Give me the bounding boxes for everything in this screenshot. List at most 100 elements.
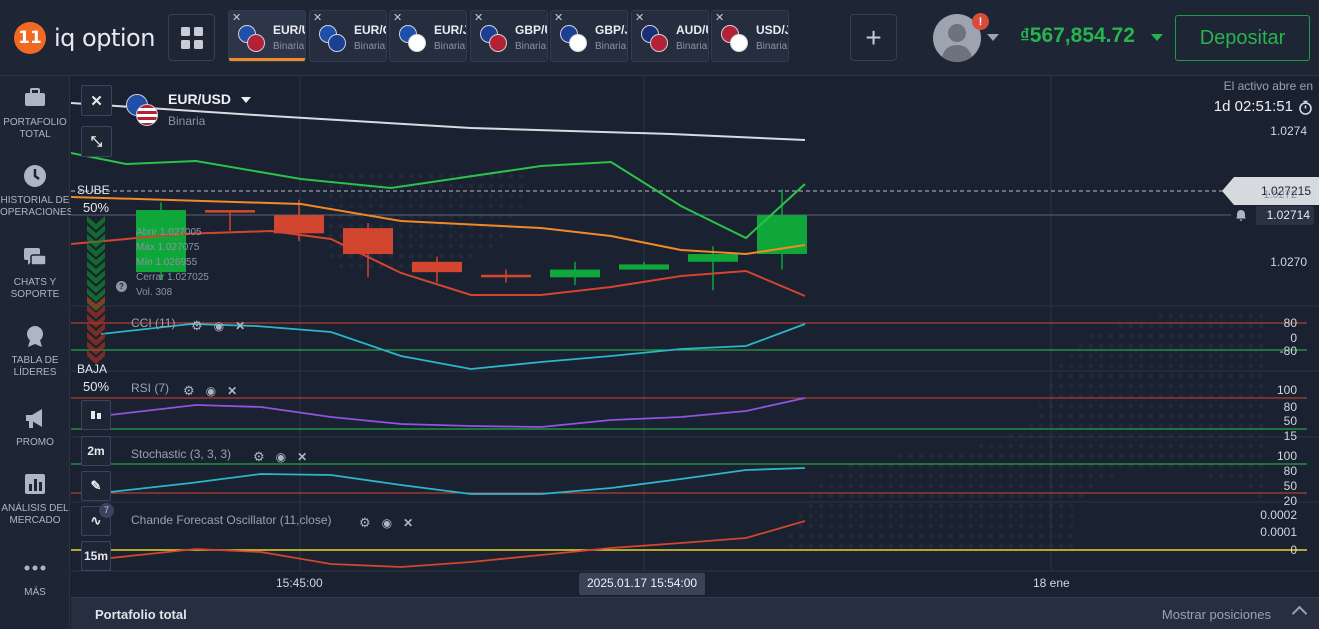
collapse-chart-button[interactable]: ⤡: [81, 126, 112, 157]
map-dot: [508, 183, 514, 189]
map-dot: [1148, 433, 1154, 439]
map-dot: [1018, 523, 1024, 529]
eye-icon[interactable]: ◉: [382, 516, 392, 530]
ohlc-low: Mín 1.026955: [136, 257, 198, 268]
chart-area[interactable]: EUR/USD Binaria El activo abre en 1d 02:…: [71, 76, 1319, 596]
close-icon[interactable]: ✕: [235, 319, 245, 333]
close-icon[interactable]: ✕: [227, 384, 237, 398]
map-dot: [1058, 443, 1064, 449]
show-positions-link[interactable]: Mostrar posiciones: [1162, 607, 1271, 622]
close-tab-icon[interactable]: ✕: [313, 11, 322, 24]
map-dot: [998, 523, 1004, 529]
map-dot: [858, 533, 864, 539]
tab-symbol: AUD/U: [676, 23, 708, 37]
eye-icon[interactable]: ◉: [206, 384, 216, 398]
ohlc-close: Cerrar 1.027025: [136, 272, 209, 283]
close-tab-icon[interactable]: ✕: [715, 11, 724, 24]
map-dot: [948, 493, 954, 499]
sidebar-item-more[interactable]: MÁS: [0, 556, 70, 599]
expiry-button[interactable]: 15m: [81, 541, 111, 571]
map-dot: [1228, 333, 1234, 339]
gear-icon[interactable]: ⚙: [359, 515, 371, 531]
map-dot: [348, 203, 354, 209]
deposit-button[interactable]: Depositar: [1175, 15, 1310, 61]
close-tab-icon[interactable]: ✕: [635, 11, 644, 24]
caret-down-icon[interactable]: [987, 34, 999, 41]
map-dot: [928, 483, 934, 489]
asset-tab[interactable]: ✕ GBP/U Binaria: [470, 10, 548, 62]
map-dot: [1238, 413, 1244, 419]
sidebar-item-briefcase[interactable]: PORTAFOLIO TOTAL: [0, 86, 70, 141]
timeframe-button[interactable]: 2m: [81, 436, 111, 466]
balance-caret-icon[interactable]: [1151, 34, 1163, 41]
tab-type: Binaria: [756, 41, 788, 52]
sidebar-item-clock[interactable]: HISTORIAL DE OPERACIONES: [0, 164, 73, 219]
map-dot: [348, 213, 354, 219]
map-dot: [448, 183, 454, 189]
asset-tab[interactable]: ✕ GBP/J Binaria: [550, 10, 628, 62]
asset-tab[interactable]: ✕ EUR/G Binaria: [309, 10, 387, 62]
map-dot: [828, 473, 834, 479]
tab-symbol: EUR/J: [434, 23, 467, 37]
close-icon[interactable]: ✕: [403, 516, 413, 530]
map-dot: [1248, 403, 1254, 409]
gear-icon[interactable]: ⚙: [253, 449, 265, 465]
drawing-tools-button[interactable]: ✎: [81, 471, 111, 501]
flag-icon: [247, 34, 265, 52]
asset-tab[interactable]: ✕ AUD/U Binaria: [631, 10, 709, 62]
map-dot: [1258, 353, 1264, 359]
close-tab-icon[interactable]: ✕: [393, 11, 402, 24]
map-dot: [1078, 383, 1084, 389]
map-dot: [1118, 413, 1124, 419]
balance-display[interactable]: ₫567,854.72: [1020, 24, 1135, 48]
map-dot: [508, 203, 514, 209]
map-dot: [1168, 433, 1174, 439]
map-dot: [818, 493, 824, 499]
help-icon[interactable]: ?: [116, 281, 127, 292]
gear-icon[interactable]: ⚙: [191, 318, 203, 334]
bell-icon[interactable]: [1235, 209, 1247, 221]
map-dot: [1218, 403, 1224, 409]
map-dot: [988, 513, 994, 519]
asset-tab[interactable]: ✕ USD/JPY Binaria: [711, 10, 789, 62]
eye-icon[interactable]: ◉: [214, 319, 224, 333]
portfolio-title[interactable]: Portafolio total: [95, 607, 187, 622]
map-dot: [458, 193, 464, 199]
map-dot: [1208, 413, 1214, 419]
price-alert-tag[interactable]: 1.02714: [1256, 206, 1314, 225]
asset-tab[interactable]: ✕ EUR/J Binaria: [389, 10, 467, 62]
map-dot: [1078, 343, 1084, 349]
close-tab-icon[interactable]: ✕: [474, 11, 483, 24]
map-dot: [1118, 373, 1124, 379]
asset-selector[interactable]: EUR/USD: [168, 91, 251, 107]
sidebar-item-megaphone[interactable]: PROMO: [0, 406, 70, 449]
sidebar-item-chat[interactable]: CHATS Y SOPORTE: [0, 246, 70, 301]
gear-icon[interactable]: ⚙: [183, 383, 195, 399]
candle-body: [343, 228, 393, 255]
map-dot: [958, 453, 964, 459]
map-dot: [418, 193, 424, 199]
ohlc-volume: Vol. 308: [136, 287, 173, 298]
eye-icon[interactable]: ◉: [276, 450, 286, 464]
asset-tab[interactable]: ✕ EUR/U Binaria: [228, 10, 306, 62]
notification-badge[interactable]: !: [972, 13, 989, 30]
map-dot: [408, 193, 414, 199]
map-dot: [338, 173, 344, 179]
map-dot: [828, 523, 834, 529]
sidebar-item-analysis[interactable]: ANÁLISIS DEL MERCADO: [0, 472, 70, 527]
close-icon[interactable]: ✕: [297, 450, 307, 464]
map-dot: [968, 543, 974, 549]
map-dot: [1008, 453, 1014, 459]
chevron-up-icon[interactable]: [1291, 605, 1308, 622]
add-asset-button[interactable]: +: [850, 14, 897, 61]
logo[interactable]: 11 iq option: [14, 22, 155, 54]
chart-type-button[interactable]: [81, 400, 111, 430]
map-dot: [338, 183, 344, 189]
map-dot: [498, 203, 504, 209]
close-tab-icon[interactable]: ✕: [554, 11, 563, 24]
map-dot: [1098, 413, 1104, 419]
close-chart-button[interactable]: ✕: [81, 85, 112, 116]
close-tab-icon[interactable]: ✕: [232, 11, 241, 24]
sidebar-item-trophy[interactable]: TABLA DE LÍDERES: [0, 324, 70, 379]
layout-grid-button[interactable]: [168, 14, 215, 61]
